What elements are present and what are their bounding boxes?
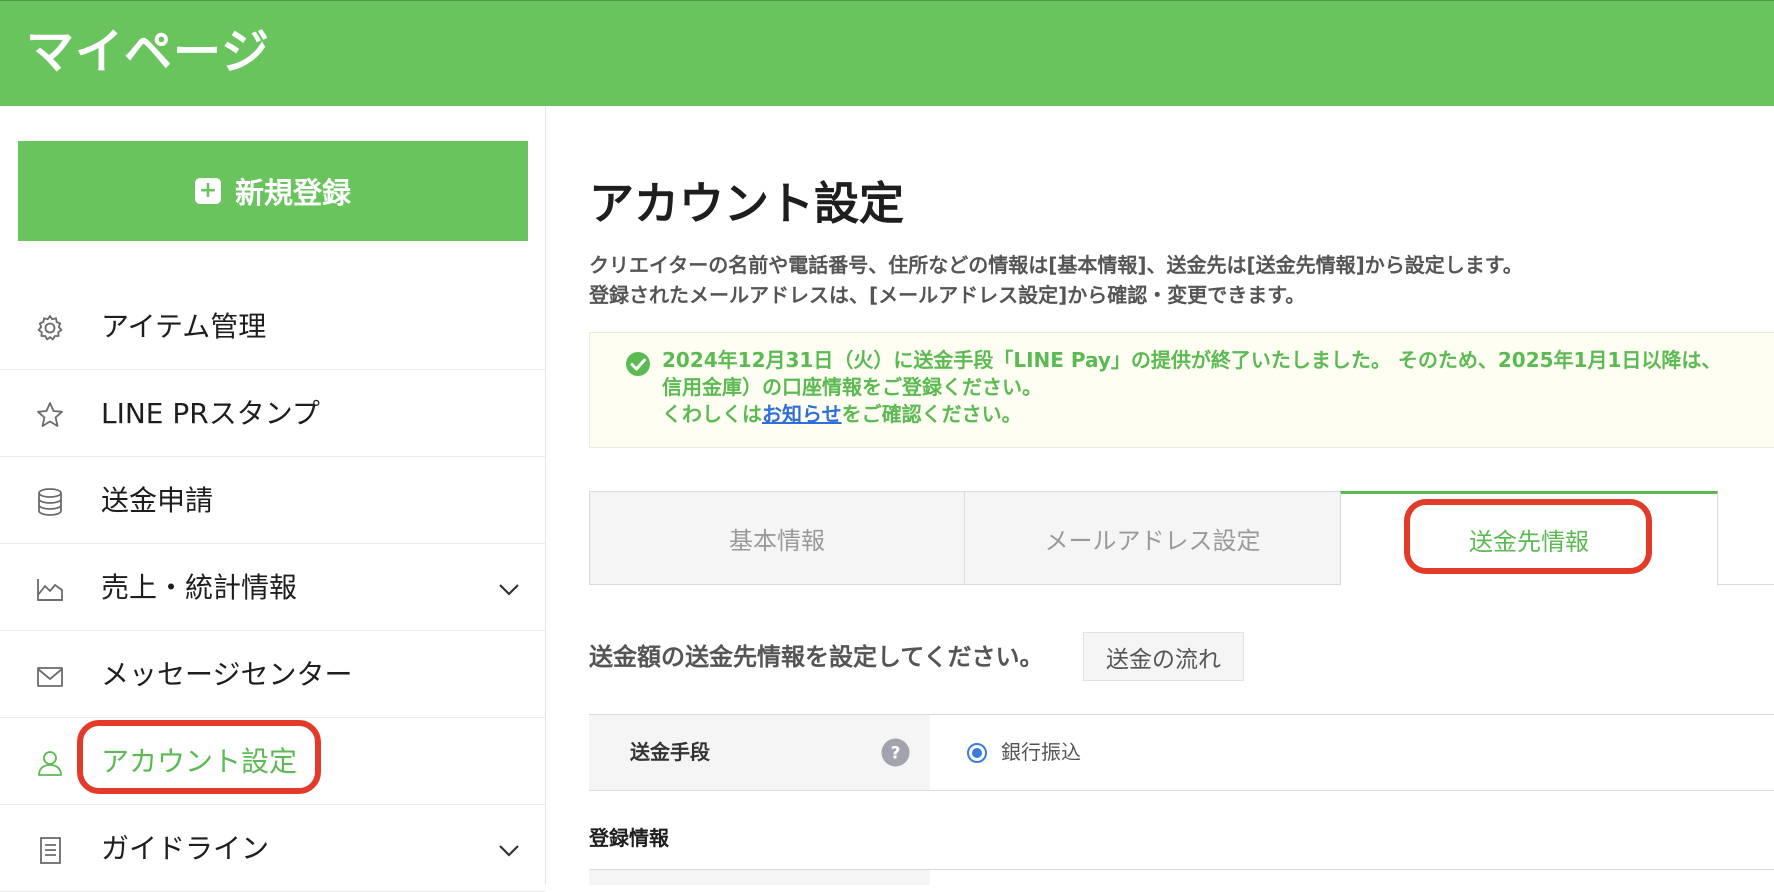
coin-stack-icon: [34, 486, 66, 518]
plus-square-icon: +: [194, 178, 221, 204]
sidebar-item-label: アカウント設定: [101, 745, 298, 778]
sidebar: + 新規登録 アイテム管理 LINE PRスタンプ 送金申請 売上・統計情報 メ…: [0, 106, 546, 892]
bank-transfer-radio[interactable]: [967, 743, 987, 763]
registration-label-cell: [589, 870, 930, 885]
news-link[interactable]: お知らせ: [762, 402, 842, 426]
document-icon: [34, 834, 66, 866]
page-header-title: マイページ: [26, 24, 271, 80]
chevron-down-icon[interactable]: [495, 836, 523, 864]
sidebar-item-message-center[interactable]: メッセージセンター: [0, 632, 545, 718]
sidebar-item-label: 売上・統計情報: [101, 571, 298, 604]
description-line: クリエイターの名前や電話番号、住所などの情報は[基本情報]、送金先は[送金先情報…: [589, 253, 1523, 277]
notice-line: 2024年12月31日（火）に送金手段「LINE Pay」の提供が終了いたしまし…: [662, 348, 1722, 372]
check-circle-icon: [625, 351, 651, 377]
notice-text: 2024年12月31日（火）に送金手段「LINE Pay」の提供が終了いたしまし…: [662, 347, 1721, 428]
gear-icon: [34, 312, 66, 344]
notice-banner: 2024年12月31日（火）に送金手段「LINE Pay」の提供が終了いたしまし…: [589, 332, 1774, 448]
svg-text:?: ?: [891, 744, 901, 764]
notice-suffix: をご確認ください。: [841, 402, 1022, 426]
remittance-method-row: 送金手段 ? 銀行振込: [589, 714, 1774, 791]
notice-line: 信用金庫）の口座情報をご登録ください。: [662, 375, 1042, 399]
bank-transfer-label: 銀行振込: [1001, 740, 1081, 764]
sidebar-item-sales-statistics[interactable]: 売上・統計情報: [0, 545, 545, 631]
sidebar-item-item-management[interactable]: アイテム管理: [0, 284, 545, 370]
section-heading: 送金額の送金先情報を設定してください。: [589, 643, 1044, 671]
notice-prefix: くわしくは: [662, 402, 762, 426]
envelope-icon: [34, 660, 66, 692]
user-icon: [34, 747, 66, 779]
sidebar-item-line-pr-stamp[interactable]: LINE PRスタンプ: [0, 371, 545, 457]
remittance-flow-button[interactable]: 送金の流れ: [1083, 632, 1244, 681]
page-title: アカウント設定: [589, 177, 905, 230]
sidebar-item-label: メッセージセンター: [101, 658, 353, 691]
tab-remittance-info[interactable]: 送金先情報: [1340, 491, 1718, 586]
new-registration-button[interactable]: + 新規登録: [18, 141, 528, 241]
sidebar-item-account-settings[interactable]: アカウント設定: [0, 719, 545, 805]
new-registration-label: 新規登録: [234, 176, 351, 210]
tab-basic-info[interactable]: 基本情報: [589, 491, 965, 585]
question-circle-icon[interactable]: ?: [881, 738, 910, 767]
top-header: マイページ: [0, 0, 1774, 106]
sidebar-item-remittance-request[interactable]: 送金申請: [0, 458, 545, 544]
registration-info-heading: 登録情報: [589, 826, 669, 850]
chart-icon: [34, 573, 66, 605]
sidebar-item-label: 送金申請: [101, 484, 214, 517]
chevron-down-icon[interactable]: [495, 575, 523, 603]
tab-email-settings[interactable]: メールアドレス設定: [964, 491, 1341, 585]
page-description: クリエイターの名前や電話番号、住所などの情報は[基本情報]、送金先は[送金先情報…: [589, 250, 1523, 310]
sidebar-item-label: LINE PRスタンプ: [101, 397, 320, 430]
sidebar-item-guideline[interactable]: ガイドライン: [0, 806, 545, 892]
star-icon: [34, 399, 66, 431]
method-label: 送金手段: [630, 740, 710, 764]
notice-line: くわしくはお知らせをご確認ください。: [662, 401, 1721, 428]
sidebar-item-label: アイテム管理: [101, 310, 267, 343]
description-line: 登録されたメールアドレスは、[メールアドレス設定]から確認・変更できます。: [589, 283, 1306, 307]
settings-tabs: 基本情報 メールアドレス設定 送金先情報: [589, 491, 1774, 586]
registration-info-row: [589, 869, 1774, 885]
method-label-cell: 送金手段 ?: [589, 715, 930, 790]
sidebar-item-label: ガイドライン: [101, 832, 270, 865]
